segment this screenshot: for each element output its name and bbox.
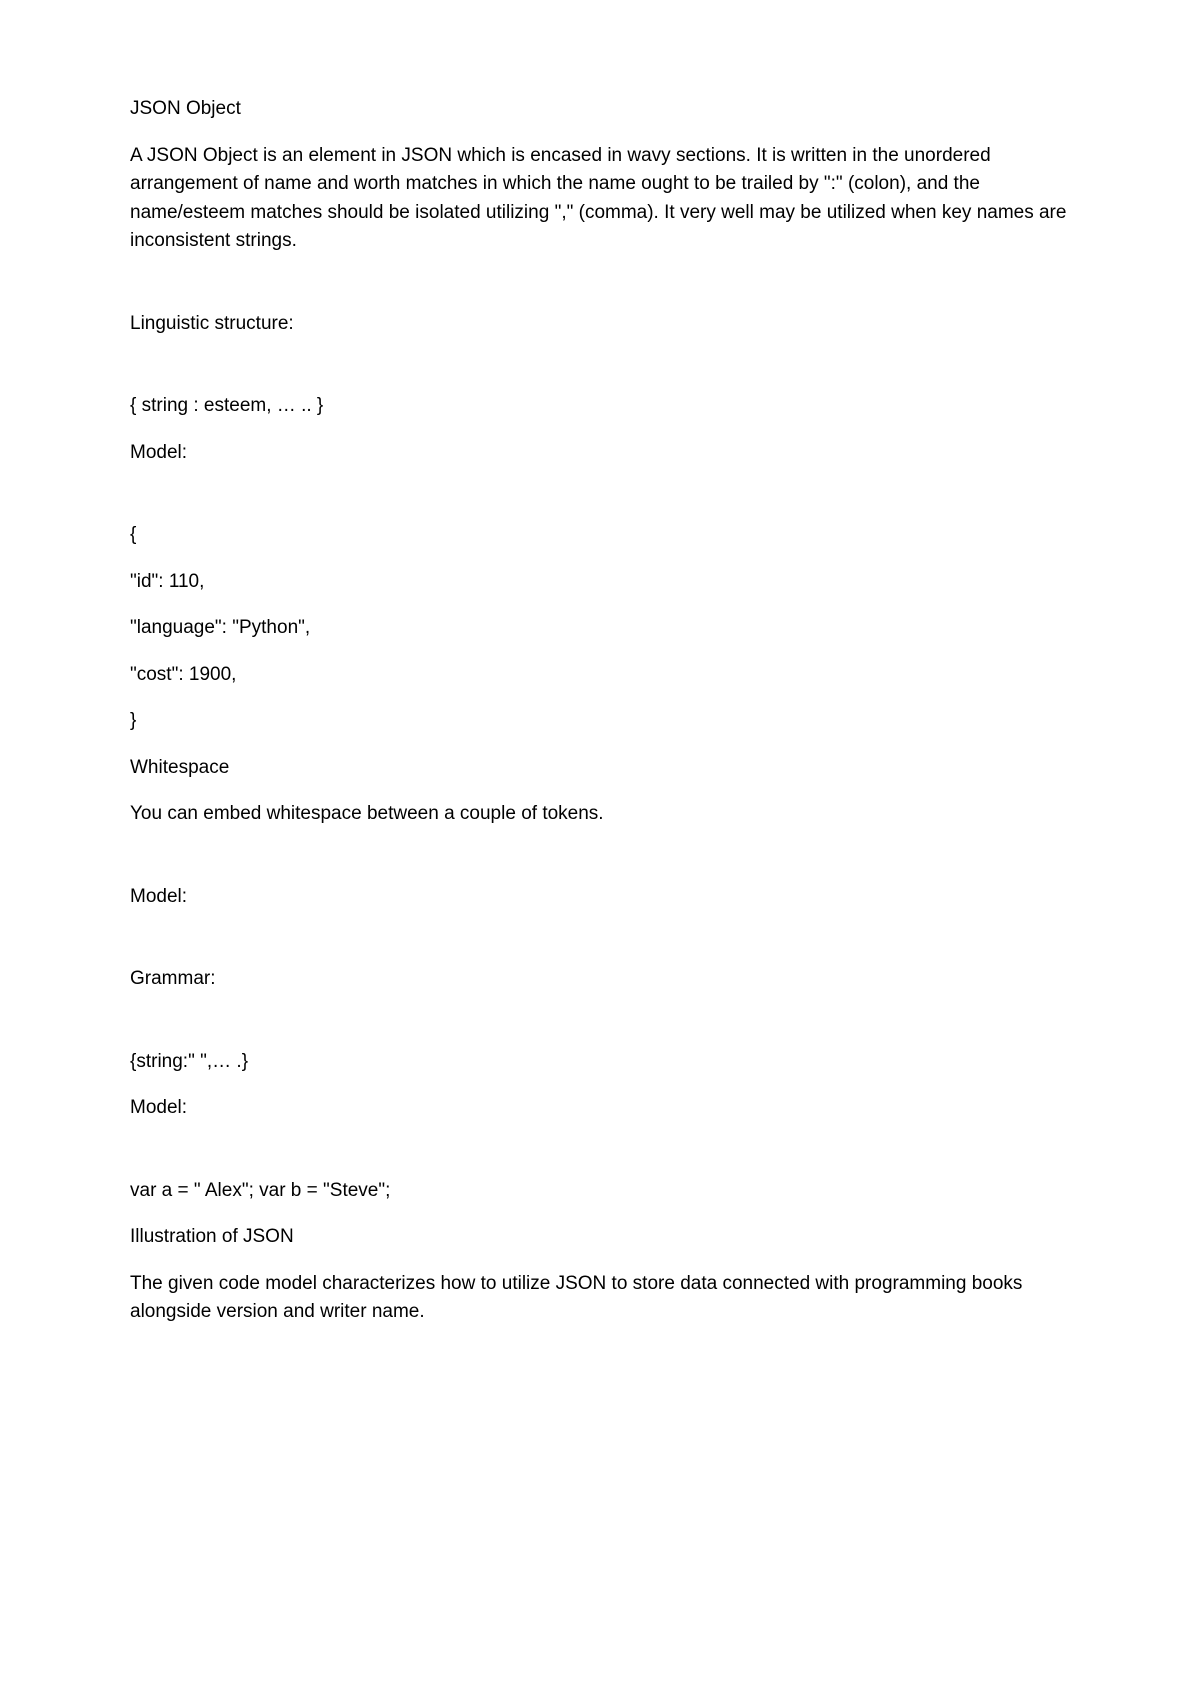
code-line-id: "id": 110, xyxy=(130,568,1070,597)
label-model-3: Model: xyxy=(130,1094,1070,1123)
paragraph-intro: A JSON Object is an element in JSON whic… xyxy=(130,142,1070,256)
label-linguistic-structure: Linguistic structure: xyxy=(130,310,1070,339)
var-declaration-text: var a = " Alex"; var b = "Steve"; xyxy=(130,1177,1070,1206)
label-model-2: Model: xyxy=(130,883,1070,912)
code-line-cost: "cost": 1900, xyxy=(130,661,1070,690)
paragraph-whitespace: You can embed whitespace between a coupl… xyxy=(130,800,1070,829)
syntax-text: { string : esteem, … .. } xyxy=(130,392,1070,421)
heading-illustration: Illustration of JSON xyxy=(130,1223,1070,1252)
heading-whitespace: Whitespace xyxy=(130,754,1070,783)
code-close-brace: } xyxy=(130,707,1070,736)
heading-json-object: JSON Object xyxy=(130,95,1070,124)
label-grammar: Grammar: xyxy=(130,965,1070,994)
paragraph-illustration: The given code model characterizes how t… xyxy=(130,1270,1070,1327)
document-content: JSON Object A JSON Object is an element … xyxy=(130,95,1070,1327)
label-model-1: Model: xyxy=(130,439,1070,468)
code-line-language: "language": "Python", xyxy=(130,614,1070,643)
code-open-brace: { xyxy=(130,521,1070,550)
grammar-text: {string:" ",… .} xyxy=(130,1048,1070,1077)
